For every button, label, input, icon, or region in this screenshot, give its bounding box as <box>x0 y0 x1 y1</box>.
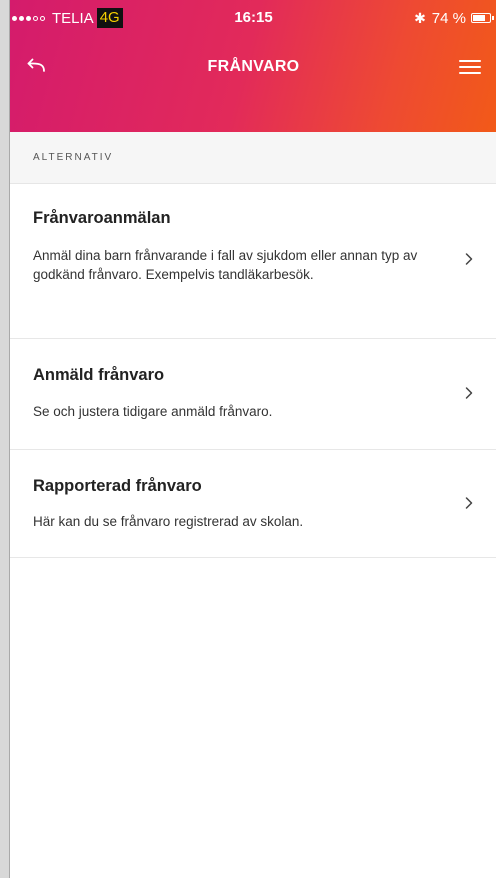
list-item-title: Anmäld frånvaro <box>33 366 165 384</box>
list-item-title: Rapporterad frånvaro <box>33 477 202 495</box>
list-item-rapporterad-franvaro[interactable]: Rapporterad frånvaro Här kan du se frånv… <box>10 450 496 558</box>
battery-icon <box>471 13 494 23</box>
battery-fill <box>473 15 485 21</box>
page-title: FRÅNVARO <box>207 58 300 75</box>
list-item-description: Anmäl dina barn frånvarande i fall av sj… <box>33 248 418 282</box>
menu-button[interactable] <box>457 54 483 80</box>
chevron-right-icon <box>465 253 473 265</box>
hamburger-menu-icon <box>459 60 481 74</box>
list-item-description: Här kan du se frånvaro registrerad av sk… <box>33 514 304 529</box>
app-screen: TELIA 4G 16:15 ✱ 74 % FRÅNVARO ALTERNATI… <box>9 0 496 878</box>
list-item-franvaroanmalan[interactable]: Frånvaroanmälan Anmäl dina barn frånvara… <box>10 184 496 339</box>
list-item-description: Se och justera tidigare anmäld frånvaro. <box>33 404 273 419</box>
chevron-right-icon <box>465 387 473 399</box>
chevron-right-icon <box>465 497 473 509</box>
list-item-title: Frånvaroanmälan <box>33 209 171 227</box>
section-label: ALTERNATIV <box>33 152 114 163</box>
header: TELIA 4G 16:15 ✱ 74 % FRÅNVARO <box>10 0 496 132</box>
battery-percent: 74 % <box>431 9 466 27</box>
status-right: ✱ 74 % <box>414 8 494 28</box>
status-bar: TELIA 4G 16:15 ✱ 74 % <box>10 8 496 28</box>
nav-bar: FRÅNVARO <box>10 44 496 88</box>
section-header: ALTERNATIV <box>10 132 496 184</box>
list-item-anmald-franvaro[interactable]: Anmäld frånvaro Se och justera tidigare … <box>10 339 496 450</box>
bluetooth-icon: ✱ <box>414 9 426 26</box>
